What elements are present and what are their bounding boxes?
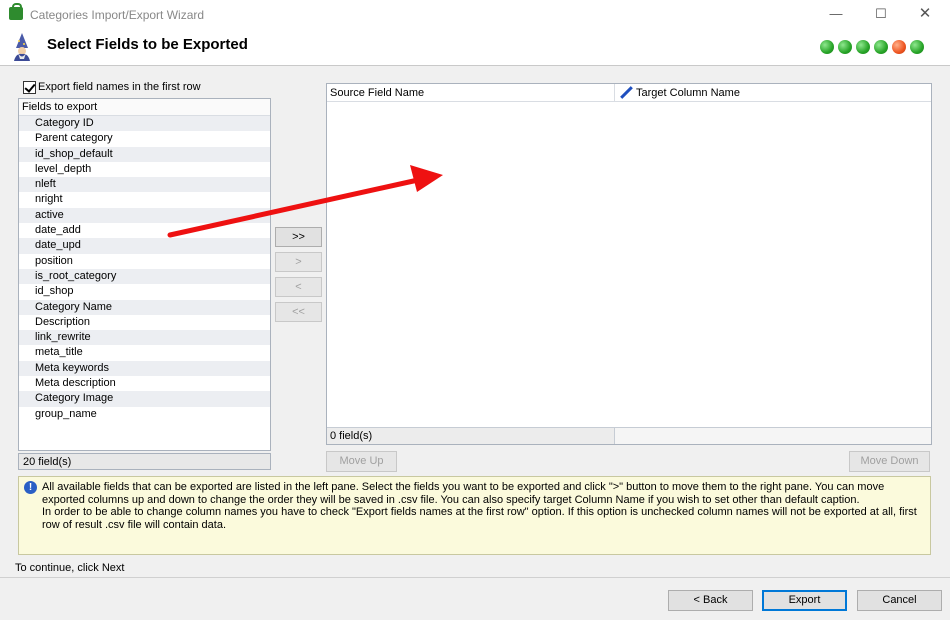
wizard-header: Select Fields to be Exported <box>0 29 950 66</box>
field-list-item[interactable]: Category ID <box>19 116 270 132</box>
field-list-item[interactable]: Description <box>19 315 270 330</box>
continue-hint: To continue, click Next <box>15 562 125 574</box>
help-text-paragraph-2: In order to be able to change column nam… <box>42 506 917 531</box>
target-column-name-label: Target Column Name <box>636 86 740 99</box>
pencil-icon <box>620 86 633 99</box>
field-list-item[interactable]: is_root_category <box>19 268 270 285</box>
field-list-item[interactable]: Meta keywords <box>19 360 270 377</box>
export-field-names-checkbox[interactable] <box>23 80 36 94</box>
close-button[interactable]: ✕ <box>910 4 940 24</box>
field-list-body: Category ID Parent category id_shop_defaul… <box>19 116 270 422</box>
exported-count-bar: 0 field(s) <box>327 427 931 444</box>
cancel-button[interactable]: Cancel <box>857 590 942 611</box>
field-list-item[interactable]: position <box>19 254 270 269</box>
remove-selected-button[interactable]: < <box>275 277 322 297</box>
exported-fields-count: 0 field(s) <box>327 428 615 444</box>
field-list-item[interactable]: active <box>19 207 270 224</box>
export-field-names-option[interactable]: Export field names in the first row <box>23 80 201 94</box>
page-title: Select Fields to be Exported <box>47 36 248 53</box>
step-dot <box>910 40 924 54</box>
step-dot-current <box>892 40 906 54</box>
maximize-button[interactable]: ☐ <box>866 4 896 24</box>
help-info-box: ! All available fields that can be expor… <box>18 476 931 555</box>
wizard-icon <box>14 33 30 61</box>
shopping-bag-icon <box>9 3 23 20</box>
add-selected-button[interactable]: > <box>275 252 322 272</box>
field-list-item[interactable]: Parent category <box>19 131 270 146</box>
field-list-item[interactable]: date_add <box>19 223 270 238</box>
step-dot <box>838 40 852 54</box>
window-title: Categories Import/Export Wizard <box>30 8 205 22</box>
field-list-item[interactable]: id_shop_default <box>19 146 270 162</box>
field-list-item[interactable]: link_rewrite <box>19 330 270 346</box>
field-list-item[interactable]: meta_title <box>19 345 270 360</box>
field-list-item[interactable]: Category Image <box>19 391 270 407</box>
export-field-names-label: Export field names in the first row <box>38 81 201 93</box>
move-down-button[interactable]: Move Down <box>849 451 930 472</box>
step-dot <box>874 40 888 54</box>
field-list-item[interactable]: nleft <box>19 177 270 193</box>
field-list-item[interactable]: nright <box>19 192 270 207</box>
field-list-item[interactable]: date_upd <box>19 238 270 254</box>
add-all-button[interactable]: >> <box>275 227 322 247</box>
title-bar: Categories Import/Export Wizard — ☐ ✕ <box>0 0 950 29</box>
minimize-button[interactable]: — <box>821 4 851 24</box>
help-text-paragraph-1: All available fields that can be exporte… <box>42 481 885 506</box>
step-dot <box>856 40 870 54</box>
field-list-item[interactable]: group_name <box>19 407 270 422</box>
field-list-item[interactable]: id_shop <box>19 284 270 299</box>
step-dot <box>820 40 834 54</box>
source-field-name-header[interactable]: Source Field Name <box>327 84 615 102</box>
fields-to-export-list[interactable]: Fields to export Category ID Parent categ… <box>18 98 271 451</box>
info-icon: ! <box>24 481 37 494</box>
back-button[interactable]: < Back <box>668 590 753 611</box>
export-button[interactable]: Export <box>762 590 847 611</box>
field-list-item[interactable]: level_depth <box>19 162 270 177</box>
field-list-item[interactable]: Meta description <box>19 376 270 391</box>
field-list-item[interactable]: Category Name <box>19 299 270 315</box>
wizard-step-indicator <box>820 40 924 54</box>
fields-list-header: Fields to export <box>19 99 270 116</box>
target-column-name-header[interactable]: Target Column Name <box>615 84 931 102</box>
fields-count: 20 field(s) <box>18 453 271 470</box>
exported-columns-grid[interactable]: Source Field Name Target Column Name 0 f… <box>326 83 932 445</box>
move-up-button[interactable]: Move Up <box>326 451 397 472</box>
remove-all-button[interactable]: << <box>275 302 322 322</box>
